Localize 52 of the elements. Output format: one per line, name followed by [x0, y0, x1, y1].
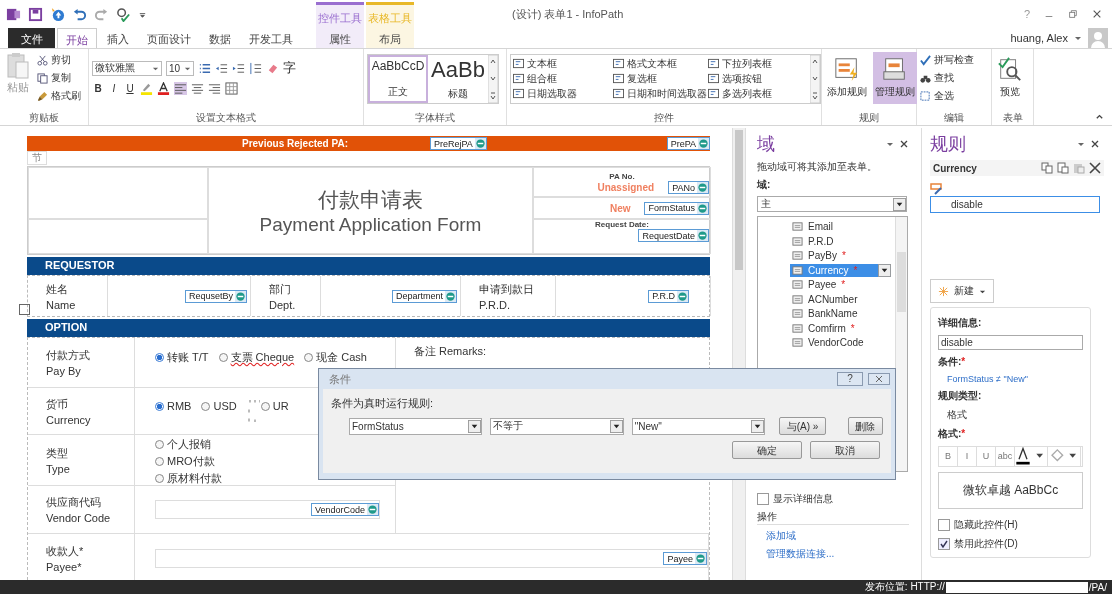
field-label: 格式:*	[938, 427, 967, 441]
window-title: (设计) 表单1 - InfoPath	[511, 6, 625, 22]
group-label: 控件	[653, 111, 675, 125]
field-label: 供应商代码	[46, 495, 102, 510]
field-label: 付款方式	[46, 348, 91, 363]
field-label: 类型	[46, 445, 69, 461]
section-header: OPTION	[27, 319, 710, 337]
rule-type-value: 格式	[946, 408, 968, 422]
section-header: REQUESTOR	[27, 257, 710, 275]
group-label: 规则	[858, 111, 880, 125]
format-preview: 微软卓越 AaBbCc	[938, 472, 1083, 509]
field-label: Pay By	[46, 365, 82, 377]
dialog-title: 条件	[329, 371, 351, 387]
form-title: 付款申请表	[318, 186, 423, 213]
form-subtitle: Payment Application Form	[259, 213, 482, 236]
control-name: Currency	[933, 162, 977, 174]
publish-location-label: 发布位置: HTTP://	[864, 580, 945, 594]
field-label: PA No.	[609, 172, 635, 181]
field-label: Type	[46, 462, 71, 475]
field-label: 域:	[757, 178, 771, 192]
field-label: 部门	[269, 281, 292, 297]
contextual-group-label: 控件工具	[316, 2, 364, 28]
dialog-prompt: 条件为真时运行规则:	[331, 396, 435, 411]
field-label: Currency	[46, 413, 92, 426]
pane-title: 规则	[930, 133, 966, 156]
group-label: 剪贴板	[28, 111, 60, 125]
banner-label: Previous Rejected PA:	[242, 138, 348, 149]
field-label: 条件:*	[938, 355, 967, 369]
field-label: 姓名	[46, 281, 69, 297]
field-label: 规则类型:	[938, 389, 983, 403]
pane-title: 域	[757, 133, 775, 156]
field-label: Dept.	[269, 298, 297, 311]
field-label: Request Date:	[595, 220, 649, 229]
field-label: Vendor Code	[46, 512, 112, 524]
field-label: 详细信息:	[938, 316, 983, 330]
status-value: New	[609, 202, 631, 214]
field-label: 收款人*	[46, 544, 85, 559]
contextual-group-label: 表格工具	[366, 2, 414, 28]
group-label: 编辑	[943, 111, 965, 125]
field-label: 货币	[46, 396, 69, 412]
field-label: 申请到款日	[479, 281, 535, 297]
section-label: 操作	[757, 510, 909, 525]
field-label: Name	[46, 298, 77, 311]
group-label: 字体样式	[414, 111, 456, 125]
pane-hint: 拖动域可将其添加至表单。	[757, 160, 877, 174]
group-label: 设置文本格式	[195, 111, 257, 125]
pa-number-value: Unassigned	[597, 182, 655, 193]
group-label: 表单	[1001, 111, 1024, 125]
publish-location-suffix: /PA/	[1088, 581, 1107, 593]
field-label: P.R.D.	[479, 298, 511, 311]
field-label: Payee*	[46, 561, 83, 573]
remarks-label: 备注 Remarks:	[414, 345, 487, 357]
